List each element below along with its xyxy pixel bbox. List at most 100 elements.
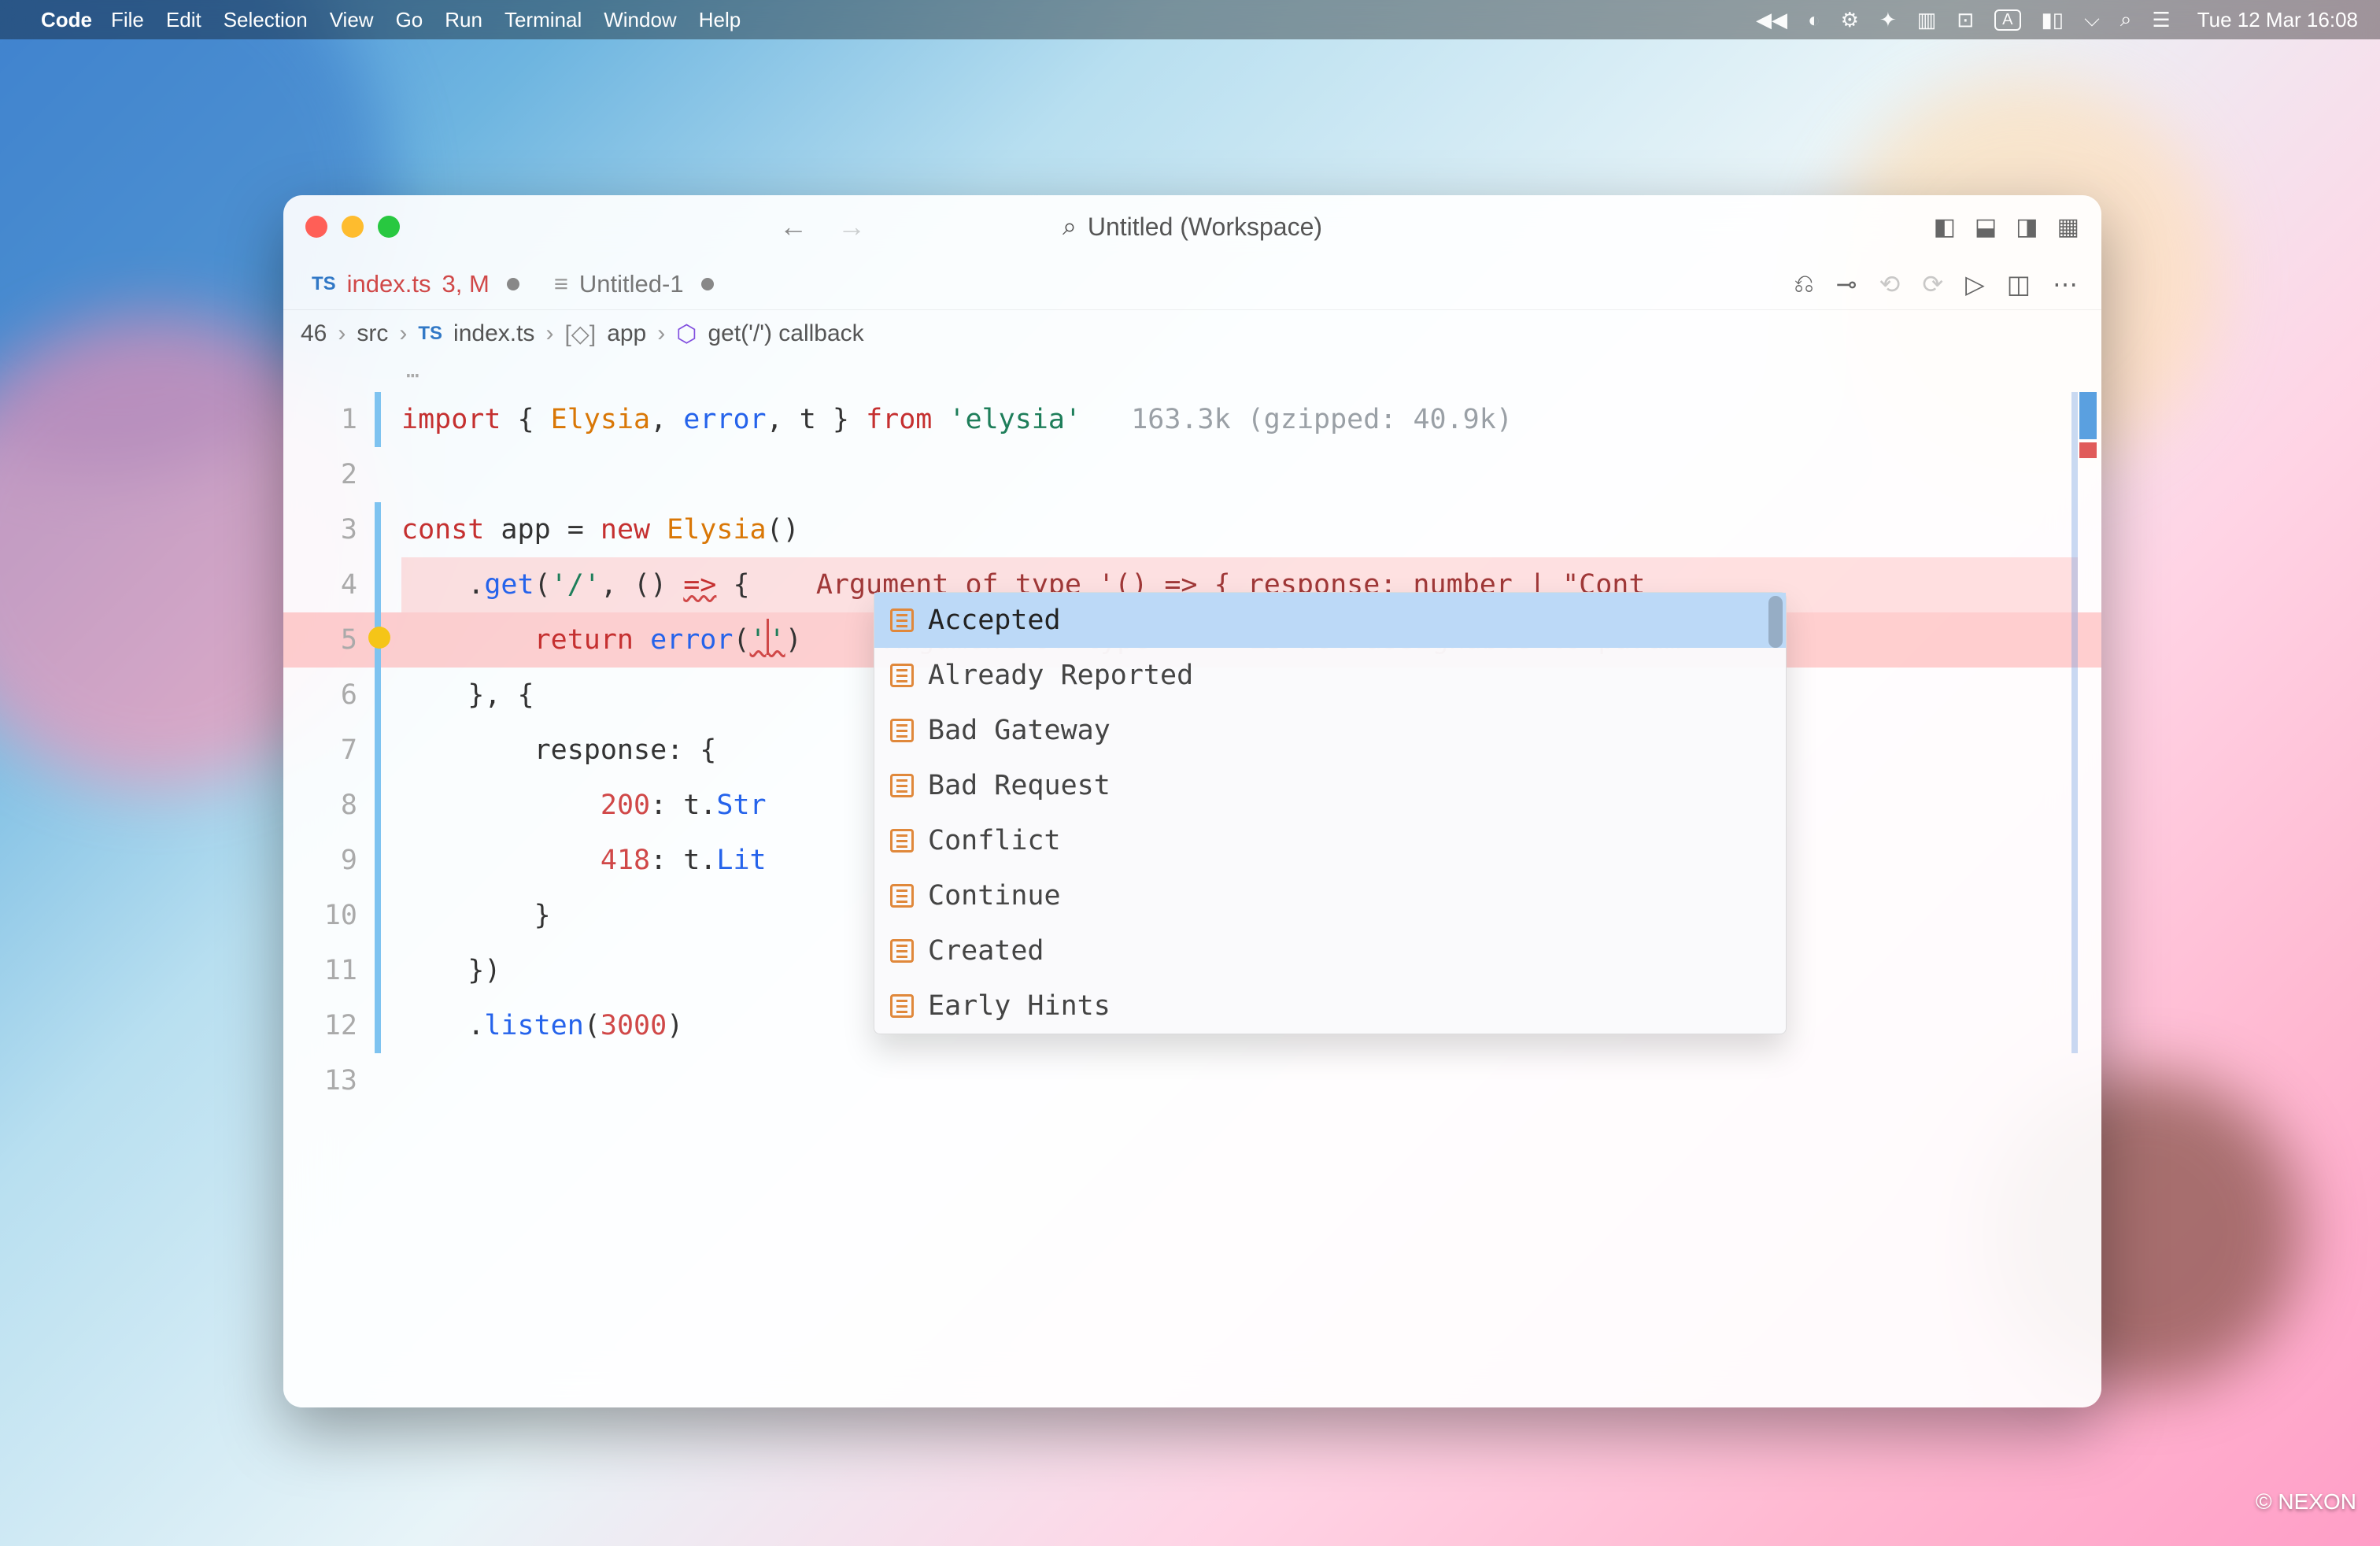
app-menu[interactable]: Code — [41, 8, 92, 32]
suggestion-label: Early Hints — [928, 990, 1111, 1022]
line-number[interactable]: 10 — [283, 888, 370, 943]
git-commit-icon[interactable]: ⊸ — [1836, 269, 1857, 299]
editor-tabs: TS index.ts 3, M ≡ Untitled-1 ⎌ ⊸ ⟲ ⟳ ▷ … — [283, 258, 2101, 310]
suggestion-item[interactable]: Bad Gateway — [874, 703, 1786, 758]
symbol-enum-member-icon — [890, 994, 914, 1018]
suggestion-item[interactable]: Created — [874, 923, 1786, 978]
suggestion-scrollbar[interactable] — [1768, 596, 1783, 648]
menu-edit[interactable]: Edit — [166, 8, 201, 32]
menu-window[interactable]: Window — [604, 8, 676, 32]
tab-index-ts[interactable]: TS index.ts 3, M — [294, 258, 537, 309]
code-line[interactable] — [401, 1053, 2078, 1108]
line-number[interactable]: 12 — [283, 998, 370, 1053]
minimize-window-button[interactable] — [342, 216, 364, 238]
menu-selection[interactable]: Selection — [224, 8, 308, 32]
status-icon-5[interactable]: ⊡ — [1957, 8, 1974, 32]
rewind-icon[interactable]: ◀◀ — [1756, 8, 1787, 32]
status-icon-3[interactable]: ✦ — [1879, 8, 1897, 32]
suggestion-label: Accepted — [928, 605, 1061, 636]
nav-forward-icon[interactable]: → — [837, 210, 866, 243]
lightbulb-icon[interactable] — [368, 627, 390, 649]
line-number[interactable]: 11 — [283, 943, 370, 998]
layout-sidebar-left-icon[interactable]: ◧ — [1934, 213, 1956, 241]
suggestion-item[interactable]: Early Hints — [874, 978, 1786, 1034]
battery-icon[interactable]: ▮▯ — [2042, 8, 2064, 32]
suggestion-item[interactable]: Accepted — [874, 593, 1786, 648]
menu-run[interactable]: Run — [445, 8, 482, 32]
breadcrumb-file[interactable]: index.ts — [453, 320, 534, 347]
symbol-enum-member-icon — [890, 939, 914, 963]
more-actions-icon[interactable]: ⋯ — [2053, 269, 2078, 299]
window-titlebar[interactable]: ← → ⌕ Untitled (Workspace) ◧ ⬓ ◨ ▦ — [283, 195, 2101, 258]
tab-dirty-indicator — [507, 278, 519, 290]
layout-customize-icon[interactable]: ▦ — [2057, 213, 2079, 241]
breadcrumb-folder[interactable]: src — [357, 320, 388, 347]
wifi-icon[interactable]: ⌵ — [2084, 7, 2100, 32]
breadcrumb[interactable]: 46 › src › TS index.ts › [◇] app › ⬡ get… — [283, 310, 2101, 357]
line-number[interactable]: 8 — [283, 778, 370, 833]
menu-terminal[interactable]: Terminal — [504, 8, 582, 32]
layout-panel-icon[interactable]: ⬓ — [1975, 213, 1997, 241]
line-number[interactable]: 6 — [283, 668, 370, 723]
symbol-enum-member-icon — [890, 664, 914, 687]
tab-problems-meta: 3, M — [442, 270, 490, 298]
line-number[interactable]: 4 — [283, 557, 370, 612]
menu-help[interactable]: Help — [699, 8, 741, 32]
git-compare-icon[interactable]: ⎌ — [1794, 269, 1814, 299]
suggestion-label: Already Reported — [928, 660, 1193, 691]
tab-untitled-1[interactable]: ≡ Untitled-1 — [537, 258, 731, 309]
status-icon-1[interactable]: ◐ — [1808, 8, 1820, 32]
line-number[interactable]: 3 — [283, 502, 370, 557]
line-number-gutter[interactable]: 1 2 3 4 5 6 7 8 9 10 11 12 13 — [283, 392, 370, 1108]
control-center-icon[interactable]: ☰ — [2152, 8, 2170, 32]
line-number[interactable]: 5 — [283, 612, 370, 668]
search-icon[interactable]: ⌕ — [1062, 212, 1077, 242]
status-icon-2[interactable]: ⚙ — [1841, 8, 1859, 32]
code-editor[interactable]: ⋯ 1 2 3 4 5 6 7 8 9 10 11 12 13 import {… — [283, 357, 2101, 1407]
import-cost-hint: 163.3k (gzipped: 40.9k) — [1131, 404, 1513, 435]
suggestion-item[interactable]: Already Reported — [874, 648, 1786, 703]
suggestion-item[interactable]: Conflict — [874, 813, 1786, 868]
folded-region-indicator[interactable]: ⋯ — [406, 362, 423, 388]
menu-file[interactable]: File — [111, 8, 144, 32]
symbol-method-icon: ⬡ — [676, 320, 697, 348]
tab-dirty-indicator — [701, 278, 714, 290]
nav-back-icon[interactable]: ← — [779, 210, 808, 243]
breadcrumb-line-count: 46 — [301, 320, 327, 347]
code-line[interactable]: import { Elysia, error, t } from 'elysia… — [401, 392, 2078, 447]
menu-go[interactable]: Go — [396, 8, 423, 32]
layout-sidebar-right-icon[interactable]: ◨ — [2016, 213, 2038, 241]
tab-filename: Untitled-1 — [579, 270, 684, 298]
suggestion-item[interactable]: Bad Request — [874, 758, 1786, 813]
line-number[interactable]: 2 — [283, 447, 370, 502]
line-number[interactable]: 9 — [283, 833, 370, 888]
spotlight-icon[interactable]: ⌕ — [2120, 7, 2132, 32]
line-number[interactable]: 1 — [283, 392, 370, 447]
split-editor-icon[interactable]: ◫ — [2007, 269, 2031, 299]
keyboard-input-icon[interactable]: A — [1994, 9, 2020, 31]
suggestion-label: Bad Request — [928, 770, 1111, 801]
window-title[interactable]: Untitled (Workspace) — [1088, 213, 1322, 242]
git-prev-change-icon[interactable]: ⟲ — [1879, 269, 1901, 299]
close-window-button[interactable] — [305, 216, 327, 238]
breadcrumb-symbol[interactable]: app — [607, 320, 646, 347]
symbol-enum-member-icon — [890, 719, 914, 742]
symbol-variable-icon: [◇] — [564, 320, 596, 348]
git-next-change-icon[interactable]: ⟳ — [1922, 269, 1943, 299]
line-number[interactable]: 7 — [283, 723, 370, 778]
status-icon-4[interactable]: ▥ — [1917, 8, 1937, 32]
code-line[interactable]: const app = new Elysia() — [401, 502, 2078, 557]
run-icon[interactable]: ▷ — [1965, 269, 1985, 299]
intellisense-suggest-widget[interactable]: Accepted Already Reported Bad Gateway Ba… — [874, 592, 1787, 1034]
macos-menubar: Code File Edit Selection View Go Run Ter… — [0, 0, 2380, 39]
menu-view[interactable]: View — [330, 8, 374, 32]
chevron-right-icon: › — [657, 320, 665, 347]
zoom-window-button[interactable] — [378, 216, 400, 238]
suggestion-item[interactable]: Continue — [874, 868, 1786, 923]
menubar-clock[interactable]: Tue 12 Mar 16:08 — [2197, 8, 2358, 32]
breadcrumb-symbol[interactable]: get('/') callback — [708, 320, 863, 347]
typescript-file-icon: TS — [312, 273, 336, 295]
minimap[interactable] — [2071, 392, 2078, 1053]
line-number[interactable]: 13 — [283, 1053, 370, 1108]
code-line[interactable] — [401, 447, 2078, 502]
